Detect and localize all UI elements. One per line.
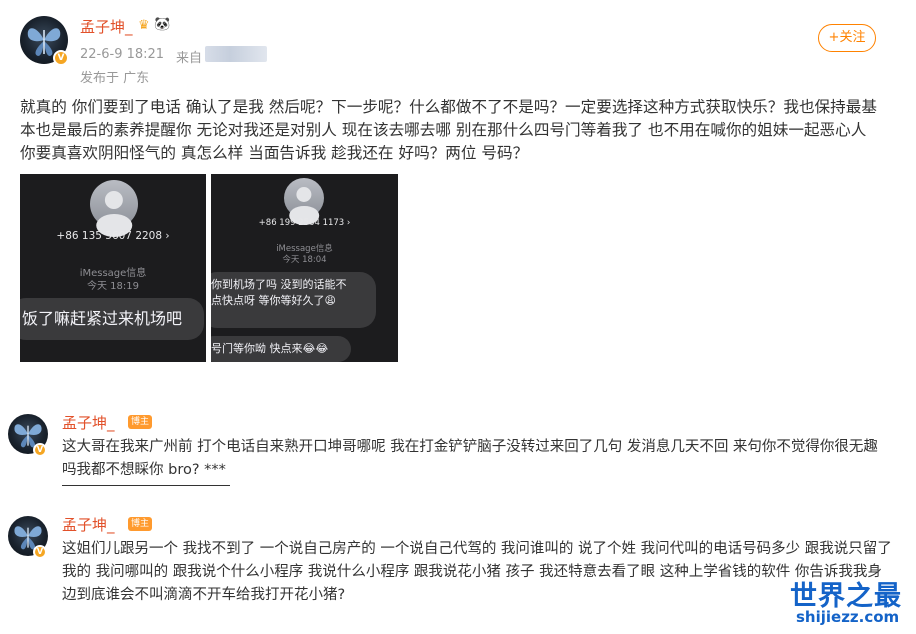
contact-avatar xyxy=(284,178,324,218)
comment-text: 这姐们儿跟另一个 我找不到了 一个说自己房产的 一个说自己代驾的 我问谁叫的 说… xyxy=(62,541,892,603)
post-source-label: 来自 xyxy=(176,51,203,66)
crown-icon: ♛ xyxy=(138,18,150,33)
message-bubble: 你到机场了吗 没到的话能不 点快点呀 等你等好久了😩 xyxy=(211,272,376,328)
comment-text: 这大哥在我来广州前 打个电话自来熟开口坤哥哪呢 我在打金铲铲脑子没转过来回了几句… xyxy=(62,439,878,478)
post-image-2[interactable]: +86 199 2564 1173 › iMessage信息 今天 18:04 … xyxy=(211,174,398,362)
post-image-1[interactable]: +86 135 5607 2208 › iMessage信息 今天 18:19 … xyxy=(20,174,206,362)
post-location: 发布于 广东 xyxy=(80,71,150,86)
verified-icon: V xyxy=(53,50,69,66)
message-bubble: 饭了嘛赶紧过来机场吧 xyxy=(20,298,204,340)
panda-icon: 🐼 xyxy=(154,17,171,32)
divider xyxy=(62,485,230,486)
contact-avatar xyxy=(90,180,138,228)
comment-author[interactable]: 孟子坤_ xyxy=(62,412,115,433)
message-bubble: 号门等你呦 快点来😂😂 xyxy=(211,336,351,362)
post-time[interactable]: 22-6-9 18:21 xyxy=(80,47,164,62)
contact-phone: +86 199 2564 1173 › xyxy=(258,218,351,228)
contact-phone: +86 135 5607 2208 › xyxy=(56,230,170,242)
author-badge: 博主 xyxy=(128,517,153,531)
verified-icon: V xyxy=(33,545,47,559)
post-text: 就真的 你们要到了电话 确认了是我 然后呢？下一步呢？什么都做不了不是吗？一定要… xyxy=(20,98,877,162)
author-badge: 博主 xyxy=(128,415,153,429)
follow-button[interactable]: +关注 xyxy=(818,24,876,52)
watermark-url: shijiezz.com xyxy=(796,608,900,626)
post-author-name[interactable]: 孟子坤_ xyxy=(80,16,133,37)
message-line: 你到机场了吗 没到的话能不 xyxy=(211,278,347,291)
message-time: 今天 18:04 xyxy=(282,255,327,265)
verified-icon: V xyxy=(33,443,47,457)
comment-author[interactable]: 孟子坤_ xyxy=(62,514,115,535)
message-line: 点快点呀 等你等好久了😩 xyxy=(211,294,336,307)
source-redacted xyxy=(205,46,267,62)
message-time: 今天 18:19 xyxy=(87,281,139,292)
